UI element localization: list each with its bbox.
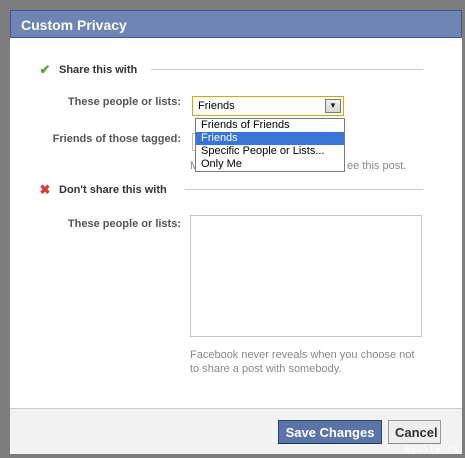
dont-share-people-label: These people or lists: <box>67 218 181 230</box>
check-icon: ✔ <box>39 62 51 77</box>
x-icon: ✖ <box>39 182 51 197</box>
dialog-footer: Save Changes Cancel <box>10 408 462 454</box>
share-audience-value: Friends <box>198 100 235 112</box>
share-note-fragment-right: ee this post. <box>347 160 407 172</box>
share-people-label: These people or lists: <box>67 96 181 108</box>
dont-share-people-input[interactable] <box>190 215 422 337</box>
tagged-label: Friends of those tagged: <box>52 133 181 145</box>
option-only-me[interactable]: Only Me <box>196 158 344 171</box>
custom-privacy-dialog: Custom Privacy ✔ Share this with These p… <box>0 0 465 458</box>
share-audience-dropdown: Friends of Friends Friends Specific Peop… <box>195 118 345 172</box>
dont-share-help-text: Facebook never reveals when you choose n… <box>190 349 415 375</box>
option-friends-of-friends[interactable]: Friends of Friends <box>196 119 344 132</box>
option-friends[interactable]: Friends <box>196 132 344 145</box>
chevron-down-icon[interactable]: ▼ <box>325 99 341 113</box>
option-specific-people[interactable]: Specific People or Lists... <box>196 145 344 158</box>
cancel-button[interactable]: Cancel <box>388 420 441 444</box>
share-section-heading: ✔ Share this with <box>38 62 138 78</box>
share-heading-text: Share this with <box>59 64 138 76</box>
watermark-text: mycity.rs <box>404 444 459 455</box>
dont-share-heading-text: Don't share this with <box>59 184 167 196</box>
save-changes-button[interactable]: Save Changes <box>278 420 382 444</box>
dialog-title: Custom Privacy <box>10 10 462 38</box>
share-audience-select[interactable]: Friends ▼ <box>192 96 344 116</box>
dont-share-divider <box>185 189 423 190</box>
dont-share-section-heading: ✖ Don't share this with <box>38 182 167 198</box>
share-divider <box>151 69 423 70</box>
